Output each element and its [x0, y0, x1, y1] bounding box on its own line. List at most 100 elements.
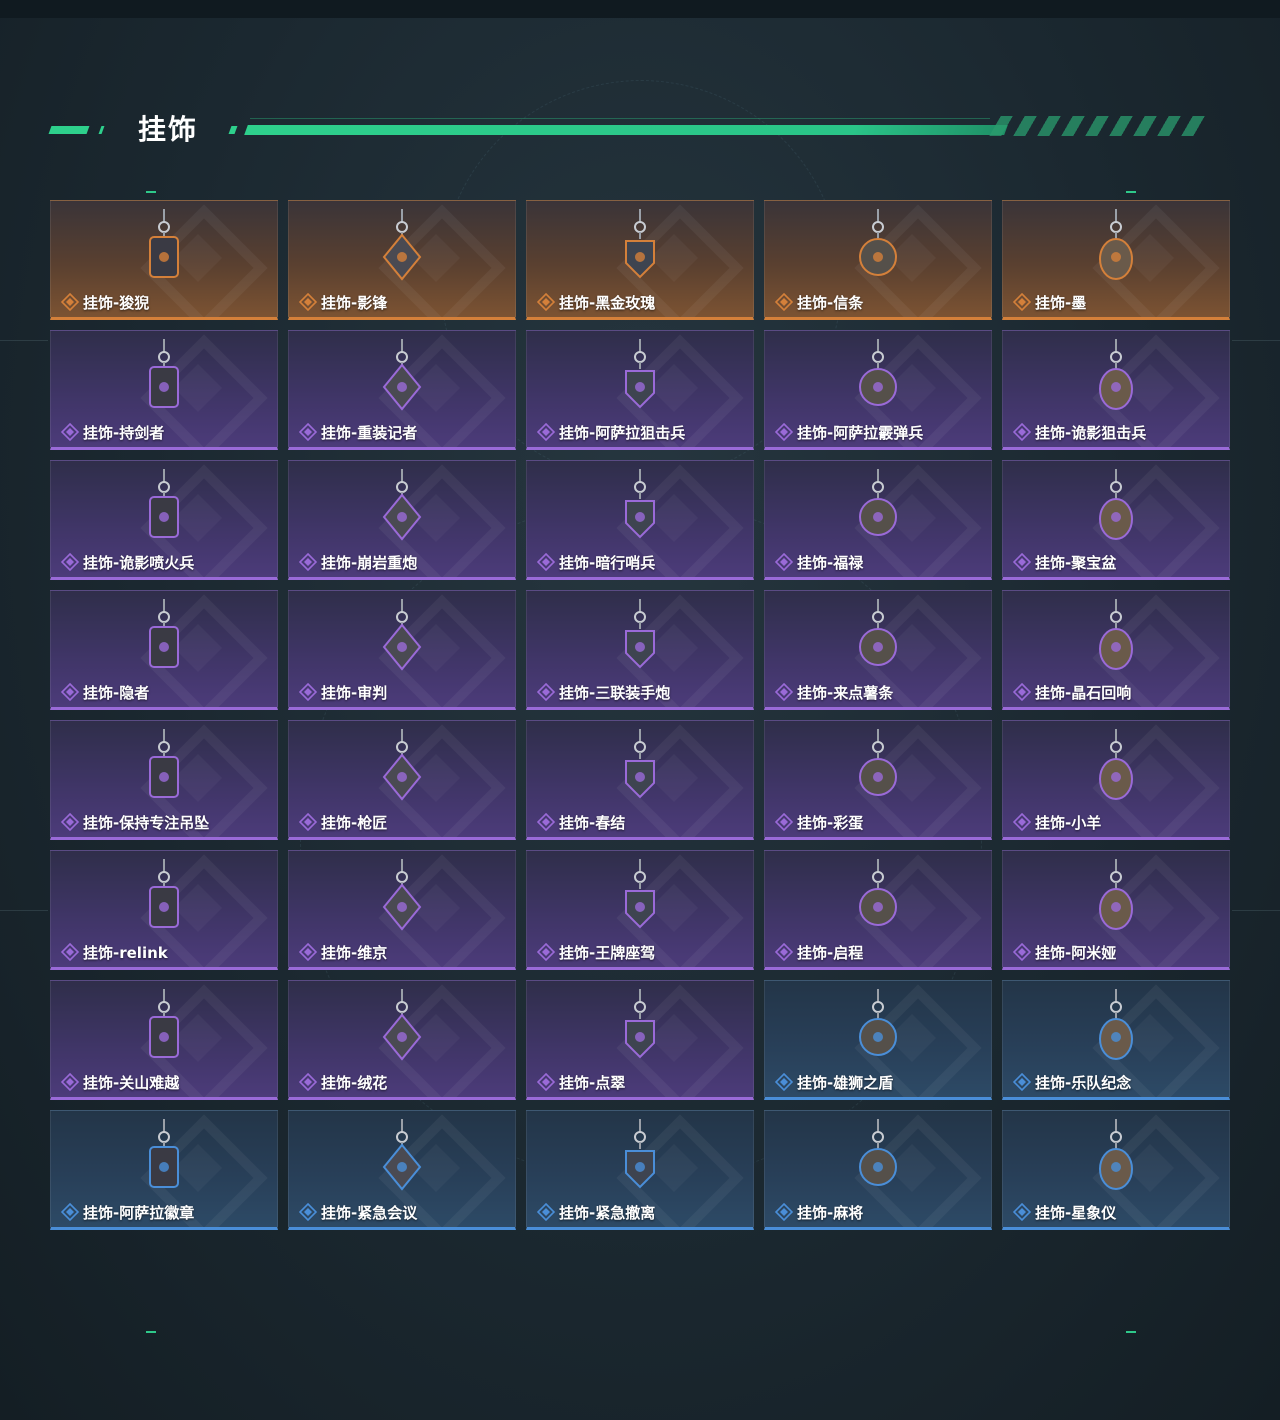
charm-card[interactable]: 挂饰-雄狮之盾 — [764, 980, 992, 1100]
charm-card[interactable]: 挂饰-狻猊 — [50, 200, 278, 320]
charm-name: 挂饰-王牌座驾 — [559, 943, 656, 962]
orange-rarity-icon — [61, 293, 79, 311]
charm-name: 挂饰-晶石回响 — [1035, 683, 1132, 702]
charm-card[interactable]: 挂饰-崩岩重炮 — [288, 460, 516, 580]
ink-tag-charm-icon — [1099, 209, 1133, 280]
lion-shield-charm-icon — [859, 989, 897, 1056]
side-line — [1232, 340, 1280, 341]
charm-card[interactable]: 挂饰-晶石回响 — [1002, 590, 1230, 710]
creed-charm-icon — [859, 209, 897, 276]
card-label: 挂饰-彩蛋 — [775, 812, 863, 832]
card-label: 挂饰-星象仪 — [1013, 1202, 1116, 1222]
charm-card[interactable]: 挂饰-阿萨拉徽章 — [50, 1110, 278, 1230]
orange-rarity-icon — [299, 293, 317, 311]
card-label: 挂饰-小羊 — [1013, 812, 1101, 832]
charm-card[interactable]: 挂饰-关山难越 — [50, 980, 278, 1100]
charm-name: 挂饰-暗行哨兵 — [559, 553, 656, 572]
card-label: 挂饰-晶石回响 — [1013, 682, 1131, 702]
header-accent — [98, 126, 105, 134]
side-line — [0, 340, 48, 341]
charm-card[interactable]: 挂饰-紧急撤离 — [526, 1110, 754, 1230]
charm-card[interactable]: 挂饰-乐队纪念 — [1002, 980, 1230, 1100]
charm-card[interactable]: 挂饰-小羊 — [1002, 720, 1230, 840]
charm-card[interactable]: 挂饰-绒花 — [288, 980, 516, 1100]
kingfisher-charm-icon — [625, 989, 655, 1059]
card-label: 挂饰-狻猊 — [61, 292, 149, 312]
charm-card[interactable]: 挂饰-枪匠 — [288, 720, 516, 840]
charm-card[interactable]: 挂饰-relink — [50, 850, 278, 970]
charm-name: 挂饰-重装记者 — [321, 423, 418, 442]
purple-rarity-icon — [775, 423, 793, 441]
charm-card[interactable]: 挂饰-星象仪 — [1002, 1110, 1230, 1230]
card-label: 挂饰-暗行哨兵 — [537, 552, 655, 572]
purple-rarity-icon — [1013, 683, 1031, 701]
charm-card[interactable]: 挂饰-彩蛋 — [764, 720, 992, 840]
fries-charm-icon — [859, 599, 897, 666]
purple-rarity-icon — [299, 1073, 317, 1091]
charm-card[interactable]: 挂饰-春结 — [526, 720, 754, 840]
charm-card[interactable]: 挂饰-墨 — [1002, 200, 1230, 320]
purple-rarity-icon — [299, 683, 317, 701]
charm-name: 挂饰-狻猊 — [83, 293, 150, 312]
purple-rarity-icon — [775, 683, 793, 701]
crystal-charm-icon — [1099, 599, 1133, 670]
charm-card[interactable]: 挂饰-启程 — [764, 850, 992, 970]
charm-card[interactable]: 挂饰-暗行哨兵 — [526, 460, 754, 580]
sentry-figure-charm-icon — [625, 469, 655, 539]
purple-rarity-icon — [61, 553, 79, 571]
charm-card[interactable]: 挂饰-审判 — [288, 590, 516, 710]
purple-rarity-icon — [61, 813, 79, 831]
charm-card[interactable]: 挂饰-隐者 — [50, 590, 278, 710]
card-label: 挂饰-王牌座驾 — [537, 942, 655, 962]
purple-lion-charm-icon — [149, 209, 179, 278]
charm-card[interactable]: 挂饰-点翠 — [526, 980, 754, 1100]
card-label: 挂饰-关山难越 — [61, 1072, 179, 1092]
purple-rarity-icon — [537, 1073, 555, 1091]
side-line — [0, 910, 48, 911]
emergency-exit-charm-icon — [625, 1119, 655, 1189]
corner-mark — [1126, 191, 1136, 193]
charm-card[interactable]: 挂饰-诡影狙击兵 — [1002, 330, 1230, 450]
card-label: 挂饰-重装记者 — [299, 422, 417, 442]
charm-card[interactable]: 挂饰-持剑者 — [50, 330, 278, 450]
card-label: 挂饰-保持专注吊坠 — [61, 812, 209, 832]
charm-card[interactable]: 挂饰-紧急会议 — [288, 1110, 516, 1230]
card-label: 挂饰-审判 — [299, 682, 387, 702]
charm-card[interactable]: 挂饰-黑金玫瑰 — [526, 200, 754, 320]
charm-card[interactable]: 挂饰-维京 — [288, 850, 516, 970]
charm-card[interactable]: 挂饰-来点薯条 — [764, 590, 992, 710]
blue-rarity-icon — [299, 1203, 317, 1221]
charm-card[interactable]: 挂饰-聚宝盆 — [1002, 460, 1230, 580]
charm-card[interactable]: 挂饰-阿萨拉霰弹兵 — [764, 330, 992, 450]
charm-card[interactable]: 挂饰-诡影喷火兵 — [50, 460, 278, 580]
purple-rarity-icon — [299, 553, 317, 571]
charm-card[interactable]: 挂饰-阿萨拉狙击兵 — [526, 330, 754, 450]
card-label: 挂饰-启程 — [775, 942, 863, 962]
charm-name: 挂饰-崩岩重炮 — [321, 553, 418, 572]
purple-rarity-icon — [61, 423, 79, 441]
charm-name: 挂饰-星象仪 — [1035, 1203, 1117, 1222]
charm-card[interactable]: 挂饰-麻将 — [764, 1110, 992, 1230]
treasure-bowl-charm-icon — [1099, 469, 1133, 540]
charm-card[interactable]: 挂饰-信条 — [764, 200, 992, 320]
charm-card[interactable]: 挂饰-阿米娅 — [1002, 850, 1230, 970]
purple-rarity-icon — [1013, 813, 1031, 831]
charm-card[interactable]: 挂饰-影锋 — [288, 200, 516, 320]
charm-name: 挂饰-阿萨拉徽章 — [83, 1203, 195, 1222]
card-label: 挂饰-点翠 — [537, 1072, 625, 1092]
blue-rarity-icon — [1013, 1073, 1031, 1091]
charm-card[interactable]: 挂饰-福禄 — [764, 460, 992, 580]
charm-card[interactable]: 挂饰-三联装手炮 — [526, 590, 754, 710]
charm-card[interactable]: 挂饰-保持专注吊坠 — [50, 720, 278, 840]
charm-name: 挂饰-关山难越 — [83, 1073, 180, 1092]
charm-name: 挂饰-信条 — [797, 293, 864, 312]
charm-name: 挂饰-小羊 — [1035, 813, 1102, 832]
purple-rarity-icon — [537, 943, 555, 961]
charm-card[interactable]: 挂饰-重装记者 — [288, 330, 516, 450]
section-header: 挂饰 — [48, 108, 1211, 148]
charm-name: 挂饰-保持专注吊坠 — [83, 813, 210, 832]
blue-rarity-icon — [775, 1203, 793, 1221]
purple-rarity-icon — [61, 1073, 79, 1091]
charm-card[interactable]: 挂饰-王牌座驾 — [526, 850, 754, 970]
card-label: 挂饰-阿萨拉霰弹兵 — [775, 422, 923, 442]
